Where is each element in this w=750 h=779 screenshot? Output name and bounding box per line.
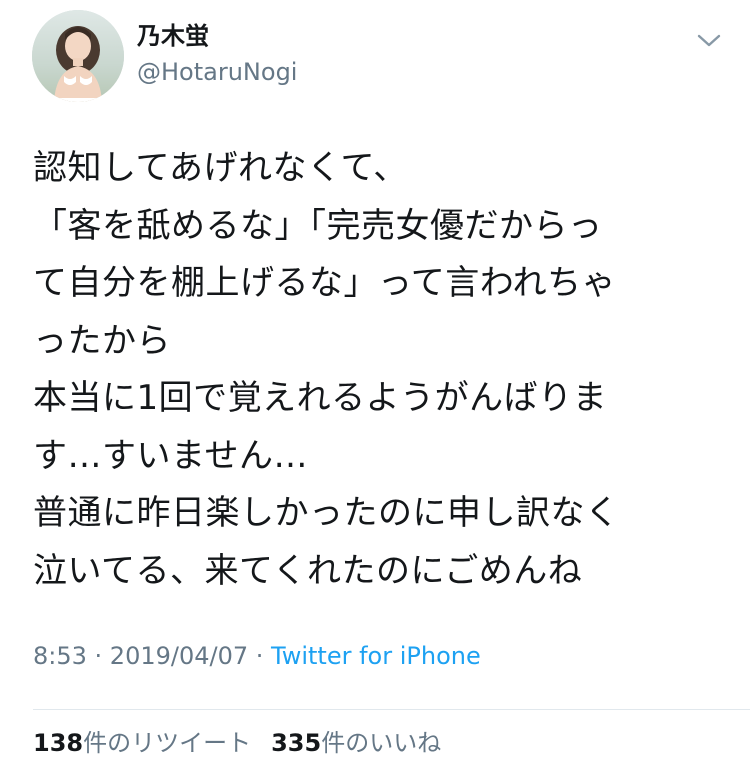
likes-stat[interactable]: 335件のいいね [271, 729, 441, 757]
tweet-header: 乃木蛍 @HotaruNogi [0, 0, 750, 120]
user-names: 乃木蛍 @HotaruNogi [137, 20, 297, 88]
tweet-meta: 8:53 · 2019/04/07 · Twitter for iPhone [33, 640, 481, 672]
tweet-text: 認知してあげれなくて、 「客を舐めるな」「完売女優だからっ て自分を棚上げるな」… [33, 140, 723, 600]
tweet-source-link[interactable]: Twitter for iPhone [271, 642, 481, 670]
tweet-text-line: す…すいません… [33, 435, 308, 476]
chevron-down-icon[interactable] [694, 28, 724, 52]
tweet-text-line: 本当に1回で覚えれるようがんばりま [33, 378, 608, 418]
divider [33, 709, 750, 710]
tweet-text-line: ったから [33, 320, 171, 361]
tweet-text-line: 普通に昨日楽しかったのに申し訳なく [33, 493, 620, 533]
user-handle[interactable]: @HotaruNogi [137, 56, 297, 88]
tweet-time[interactable]: 8:53 [33, 642, 87, 670]
retweets-stat[interactable]: 138件のリツイート [33, 729, 251, 757]
avatar-image [32, 10, 124, 102]
tweet-text-line: 「客を舐めるな」「完売女優だからっ [33, 205, 603, 246]
display-name[interactable]: 乃木蛍 [137, 20, 297, 52]
meta-separator: · [248, 642, 272, 670]
likes-count: 335 [271, 729, 322, 757]
tweet-date[interactable]: 2019/04/07 [110, 642, 248, 670]
likes-label: 件のいいね [321, 729, 442, 757]
tweet-text-line: て自分を棚上げるな」って言われちゃ [33, 263, 617, 303]
tweet-text-line: 認知してあげれなくて、 [33, 148, 408, 188]
meta-separator: · [86, 642, 110, 670]
retweets-label: 件のリツイート [83, 729, 252, 757]
tweet-text-line: 泣いてる、来てくれたのにごめんね [33, 550, 583, 591]
avatar[interactable] [32, 10, 124, 102]
retweets-count: 138 [33, 729, 84, 757]
tweet-stats: 138件のリツイート 335件のいいね [33, 727, 441, 759]
